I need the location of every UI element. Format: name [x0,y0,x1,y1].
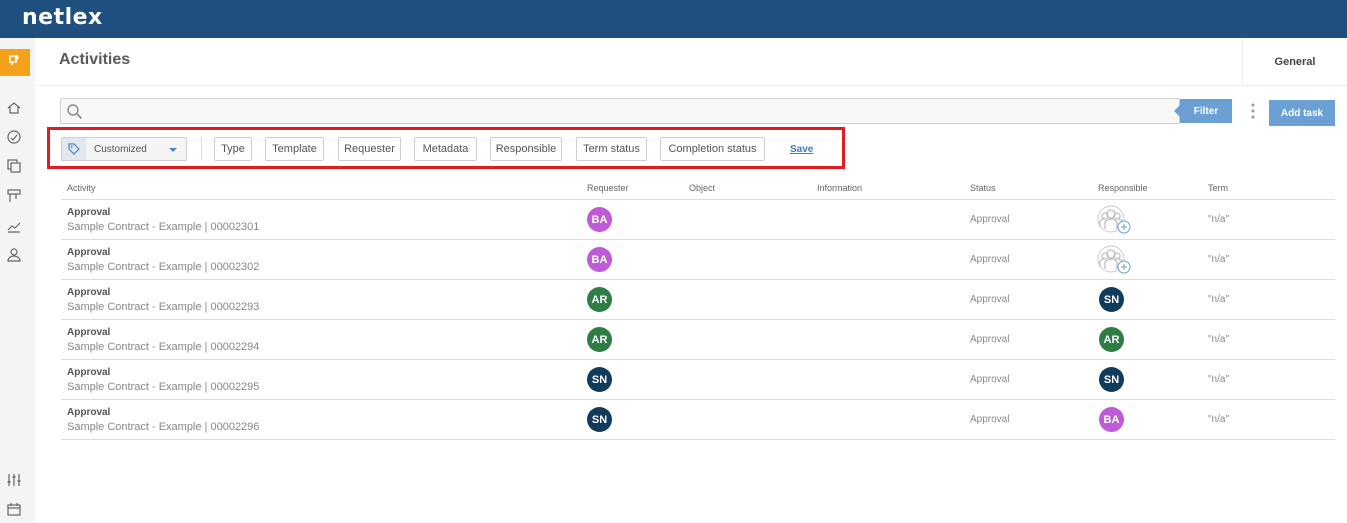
view-select[interactable]: Customized [61,137,187,161]
table-row[interactable]: Approval Sample Contract - Example | 0000… [61,400,1335,440]
activity-title[interactable]: Approval [67,407,110,418]
status-text: Approval [970,374,1010,385]
activity-subtitle: Sample Contract - Example | 00002302 [67,261,260,273]
responsible-avatar[interactable]: BA [1099,407,1124,432]
responsible-avatar[interactable]: AR [1099,327,1124,352]
activities-icon [8,53,22,72]
activity-title[interactable]: Approval [67,327,110,338]
activity-title[interactable]: Approval [67,367,110,378]
documents-icon[interactable] [6,158,22,174]
column-header-responsible[interactable]: Responsible [1098,183,1148,193]
column-header-status[interactable]: Status [970,183,996,193]
table-row[interactable]: Approval Sample Contract - Example | 0000… [61,280,1335,320]
user-icon[interactable] [6,247,22,263]
requester-avatar[interactable]: BA [587,247,612,272]
activity-title[interactable]: Approval [67,287,110,298]
activity-subtitle: Sample Contract - Example | 00002294 [67,341,260,353]
activity-subtitle: Sample Contract - Example | 00002295 [67,381,260,393]
kanban-icon[interactable] [6,188,22,204]
term-text: "n/a" [1208,254,1230,265]
status-text: Approval [970,214,1010,225]
column-header-requester[interactable]: Requester [587,183,629,193]
search-input[interactable] [60,98,1180,124]
filter-chip-term-status[interactable]: Term status [576,137,647,161]
activity-title[interactable]: Approval [67,207,110,218]
filter-chip-completion-status[interactable]: Completion status [660,137,765,161]
activity-subtitle: Sample Contract - Example | 00002296 [67,421,260,433]
filter-chip-metadata[interactable]: Metadata [414,137,477,161]
filter-separator [201,137,202,161]
status-text: Approval [970,294,1010,305]
table-row[interactable]: Approval Sample Contract - Example | 0000… [61,200,1335,240]
requester-avatar[interactable]: AR [587,327,612,352]
filter-chip-responsible[interactable]: Responsible [490,137,562,161]
status-text: Approval [970,334,1010,345]
netlex-logo[interactable]: netlex [22,5,103,30]
filter-button[interactable]: Filter [1174,99,1232,123]
term-text: "n/a" [1208,294,1230,305]
filter-chip-requester[interactable]: Requester [338,137,401,161]
save-link[interactable]: Save [790,144,813,155]
column-header-information[interactable]: Information [817,183,862,193]
requester-avatar[interactable]: BA [587,207,612,232]
sidebar [0,38,35,523]
chevron-down-icon [169,148,177,152]
column-header-term[interactable]: Term [1208,183,1228,193]
status-text: Approval [970,254,1010,265]
term-text: "n/a" [1208,374,1230,385]
table-row[interactable]: Approval Sample Contract - Example | 0000… [61,320,1335,360]
table-row[interactable]: Approval Sample Contract - Example | 0000… [61,240,1335,280]
analytics-icon[interactable] [6,218,22,234]
table-row[interactable]: Approval Sample Contract - Example | 0000… [61,360,1335,400]
dashboard-icon[interactable] [6,129,22,145]
filter-chip-type[interactable]: Type [214,137,252,161]
settings-sliders-icon[interactable] [6,472,22,488]
add-responsible-icon[interactable] [1097,245,1131,275]
tab-general[interactable]: General [1242,38,1347,85]
view-select-value: Customized [94,143,147,155]
responsible-avatar[interactable]: SN [1099,287,1124,312]
requester-avatar[interactable]: SN [587,367,612,392]
column-header-activity[interactable]: Activity [67,183,96,193]
filter-chip-template[interactable]: Template [265,137,324,161]
term-text: "n/a" [1208,334,1230,345]
calendar-icon[interactable] [6,501,22,517]
column-header-object[interactable]: Object [689,183,715,193]
activity-title[interactable]: Approval [67,247,110,258]
search-icon [66,103,83,120]
add-responsible-icon[interactable] [1097,205,1131,235]
status-text: Approval [970,414,1010,425]
top-bar: netlex [0,0,1347,38]
term-text: "n/a" [1208,414,1230,425]
page-title: Activities [59,51,131,68]
requester-avatar[interactable]: SN [587,407,612,432]
add-task-button[interactable]: Add task [1269,100,1335,126]
title-divider [35,85,1347,86]
responsible-avatar[interactable]: SN [1099,367,1124,392]
more-options-icon[interactable] [1250,101,1256,121]
activity-subtitle: Sample Contract - Example | 00002301 [67,221,260,233]
requester-avatar[interactable]: AR [587,287,612,312]
term-text: "n/a" [1208,214,1230,225]
sidebar-item-activities[interactable] [0,49,30,76]
home-icon[interactable] [6,100,22,116]
tag-icon [62,138,86,160]
activity-subtitle: Sample Contract - Example | 00002293 [67,301,260,313]
